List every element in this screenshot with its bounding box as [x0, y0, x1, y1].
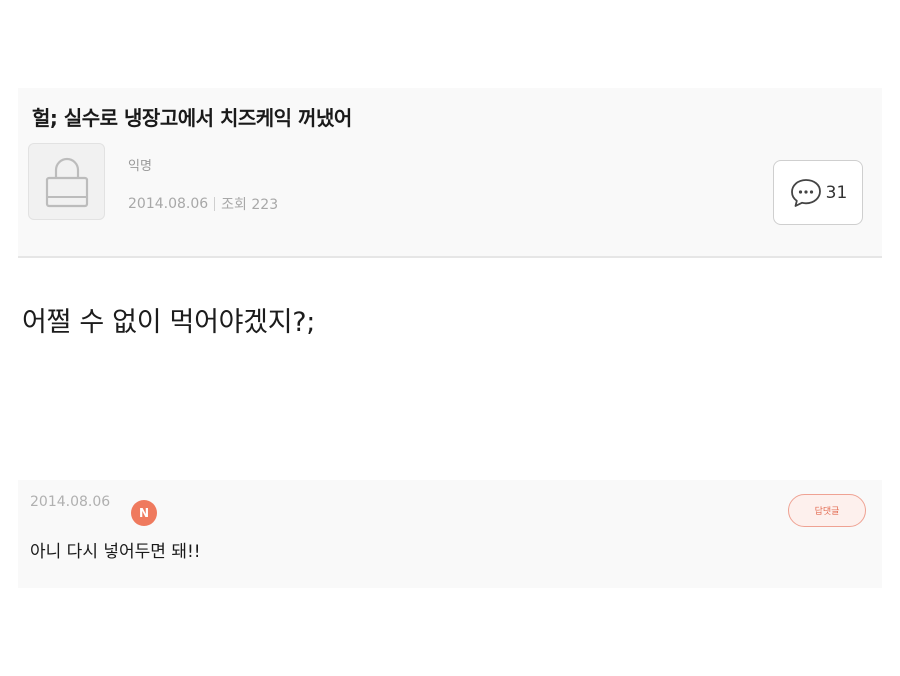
- view-count: 조회 223: [221, 197, 279, 213]
- reply-button[interactable]: 답댓글: [788, 494, 866, 527]
- comment-item: 2014.08.06 N 답댓글 아니 다시 넣어두면 돼!!: [18, 480, 882, 588]
- speech-bubble-icon: [790, 178, 821, 207]
- comment-count-button[interactable]: 31: [773, 160, 863, 225]
- lock-icon: [45, 157, 89, 208]
- post-meta: 2014.08.06 조회 223: [128, 194, 278, 214]
- comment-count: 31: [825, 182, 848, 203]
- comment-date: 2014.08.06: [30, 494, 111, 510]
- post-header: 헐; 실수로 냉장고에서 치즈케익 꺼냈어 익명 2014.08.06 조회 2…: [18, 88, 882, 258]
- post-title: 헐; 실수로 냉장고에서 치즈케익 꺼냈어: [32, 106, 352, 130]
- new-badge: N: [131, 500, 157, 526]
- meta-divider: [214, 197, 216, 211]
- avatar: [28, 143, 105, 220]
- post-body: 어쩔 수 없이 먹어야겠지?;: [22, 307, 316, 338]
- post-date: 2014.08.06: [128, 196, 209, 212]
- comment-text: 아니 다시 넣어두면 돼!!: [30, 542, 201, 562]
- author-name: 익명: [128, 159, 152, 174]
